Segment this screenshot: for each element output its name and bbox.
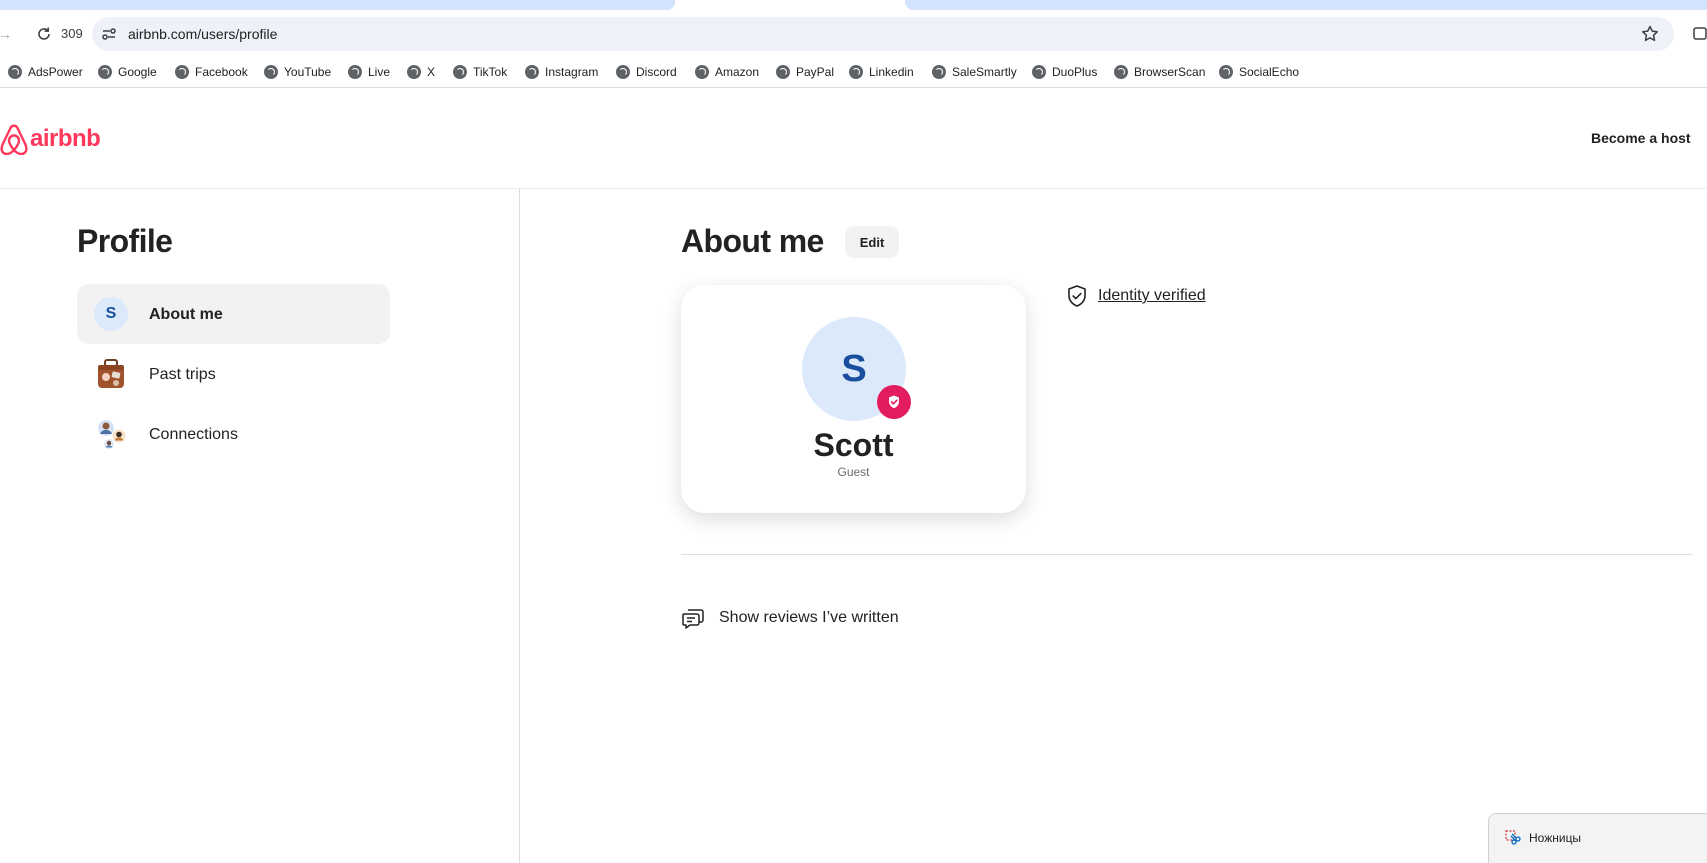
become-host-link[interactable]: Become a host [1591, 129, 1691, 147]
bookmark-item[interactable]: Discord [616, 63, 677, 81]
forward-arrow-icon[interactable]: → [0, 26, 14, 42]
show-reviews-button[interactable]: Show reviews I’ve written [681, 606, 899, 630]
bookmark-label: DuoPlus [1052, 65, 1098, 79]
snipping-tool-label: Ножницы [1529, 831, 1582, 845]
page-title: Profile [77, 223, 173, 259]
edit-button[interactable]: Edit [845, 226, 899, 258]
globe-icon [453, 65, 467, 79]
profile-role: Guest [837, 465, 870, 479]
profile-card: S Scott Guest [681, 285, 1026, 513]
avatar: S [94, 297, 128, 331]
bookmark-item[interactable]: Amazon [695, 63, 759, 81]
bookmark-label: Linkedin [869, 65, 914, 79]
bookmark-label: AdsPower [28, 65, 83, 79]
profile-name: Scott [813, 427, 894, 463]
avatar-letter: S [94, 297, 128, 331]
bookmark-item[interactable]: BrowserScan [1114, 63, 1205, 81]
scissors-icon [1505, 830, 1521, 845]
show-reviews-label: Show reviews I’ve written [719, 609, 899, 626]
bookmark-label: BrowserScan [1134, 65, 1206, 79]
bookmark-item[interactable]: X [407, 63, 435, 81]
shield-check-icon [1068, 285, 1086, 307]
bookmark-label: Live [368, 65, 391, 79]
globe-icon [1219, 65, 1233, 79]
globe-icon [695, 65, 709, 79]
site-settings-icon[interactable] [100, 25, 118, 43]
people-icon [98, 420, 126, 449]
bookmark-label: Facebook [195, 65, 248, 79]
extensions-icon[interactable] [1692, 24, 1707, 42]
url-text[interactable]: airbnb.com/users/profile [128, 26, 277, 42]
bookmark-item[interactable]: YouTube [264, 63, 331, 81]
address-bar[interactable]: airbnb.com/users/profile [92, 17, 1674, 51]
airbnb-logo[interactable]: airbnb [0, 122, 101, 156]
sidebar-item-past-trips[interactable]: Past trips [77, 344, 390, 404]
sidebar-item-connections[interactable]: Connections [77, 404, 390, 464]
sidebar-item-label: Past trips [149, 366, 216, 383]
bookmark-label: SocialEcho [1239, 65, 1300, 79]
globe-icon [932, 65, 946, 79]
globe-icon [616, 65, 630, 79]
globe-icon [264, 65, 278, 79]
sidebar-item-label: About me [149, 306, 223, 323]
horizontal-divider [681, 554, 1692, 555]
bookmark-label: X [427, 65, 436, 79]
section-title: About me [681, 223, 824, 259]
bookmark-item[interactable]: Google [98, 63, 157, 81]
shield-check-icon [889, 395, 899, 409]
globe-icon [1114, 65, 1128, 79]
tab-strip [0, 0, 1707, 12]
browser-toolbar: → 309 airbnb.com/users/profile [0, 12, 1707, 56]
identity-verified-link[interactable]: Identity verified [1098, 287, 1206, 305]
globe-icon [849, 65, 863, 79]
suitcase-icon [98, 359, 124, 388]
globe-icon [525, 65, 539, 79]
sidebar-item-about-me[interactable]: S About me [77, 284, 390, 344]
vertical-divider [519, 189, 520, 863]
bookmark-item[interactable]: AdsPower [8, 63, 83, 81]
bookmark-item[interactable]: SaleSmartly [932, 63, 1017, 81]
browser-tab[interactable] [905, 0, 1707, 10]
reload-icon[interactable] [35, 25, 53, 43]
bookmark-item[interactable]: PayPal [776, 63, 834, 81]
bookmarks-bar: AdsPower Google Facebook YouTube Live X … [0, 56, 1707, 88]
bookmark-label: Amazon [715, 65, 760, 79]
bookmark-star-icon[interactable] [1640, 24, 1660, 44]
snipping-tool-popup[interactable]: Ножницы [1488, 813, 1707, 863]
globe-icon [776, 65, 790, 79]
identity-verified: Identity verified [1066, 284, 1206, 308]
bookmark-label: Google [118, 65, 157, 79]
bookmark-item[interactable]: Linkedin [849, 63, 914, 81]
globe-icon [1032, 65, 1046, 79]
logo-wordmark: airbnb [30, 125, 101, 152]
globe-icon [407, 65, 421, 79]
bookmark-item[interactable]: Instagram [525, 63, 598, 81]
site-header: airbnb Become a host [0, 89, 1707, 189]
bookmark-item[interactable]: DuoPlus [1032, 63, 1097, 81]
bookmark-item[interactable]: Facebook [175, 63, 248, 81]
bookmark-label: YouTube [284, 65, 332, 79]
sidebar-item-label: Connections [149, 426, 238, 443]
reload-counter: 309 [61, 26, 83, 41]
bookmark-label: Discord [636, 65, 677, 79]
bookmark-item[interactable]: SocialEcho [1219, 63, 1299, 81]
airbnb-belo-icon [0, 124, 28, 155]
globe-icon [98, 65, 112, 79]
verified-badge-icon [877, 385, 911, 419]
globe-icon [175, 65, 189, 79]
bookmark-label: Instagram [545, 65, 599, 79]
bookmark-item[interactable]: TikTok [453, 63, 507, 81]
bookmark-label: TikTok [473, 65, 508, 79]
bookmark-item[interactable]: Live [348, 63, 390, 81]
browser-tab[interactable] [0, 0, 675, 10]
bookmark-label: SaleSmartly [952, 65, 1017, 79]
globe-icon [8, 65, 22, 79]
reviews-speech-bubble-icon [682, 609, 704, 629]
globe-icon [348, 65, 362, 79]
bookmark-label: PayPal [796, 65, 835, 79]
